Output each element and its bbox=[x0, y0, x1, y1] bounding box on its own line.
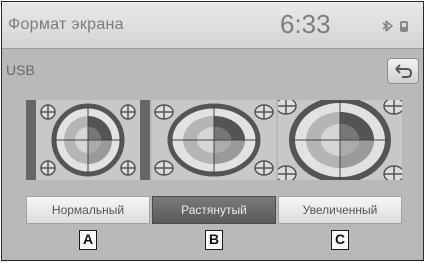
test-pattern-stretched bbox=[154, 103, 274, 177]
page-title: Формат экрана bbox=[8, 16, 124, 33]
status-icons bbox=[382, 20, 408, 32]
target-circle bbox=[289, 100, 391, 180]
preview-stretched[interactable] bbox=[152, 100, 276, 180]
test-pattern-normal bbox=[26, 100, 150, 180]
preview-zoomed[interactable] bbox=[278, 100, 402, 180]
display-screen: Формат экрана 6:33 USB Нормальный Растян… bbox=[1, 1, 424, 261]
signal-icon bbox=[400, 21, 408, 32]
target-circle bbox=[51, 103, 125, 177]
target-circle bbox=[167, 103, 261, 177]
callout-label-b: B bbox=[205, 230, 223, 250]
back-arrow-icon bbox=[395, 64, 413, 78]
mode-stretched-button[interactable]: Растянутый bbox=[152, 196, 276, 224]
title-bar: Формат экрана 6:33 bbox=[2, 2, 423, 49]
back-button[interactable] bbox=[387, 58, 419, 84]
clock: 6:33 bbox=[280, 9, 331, 39]
mode-zoomed-button[interactable]: Увеличенный bbox=[278, 196, 402, 224]
callout-label-c: C bbox=[331, 230, 349, 250]
preview-normal[interactable] bbox=[26, 100, 150, 180]
mode-normal-button[interactable]: Нормальный bbox=[26, 196, 150, 224]
source-label: USB bbox=[6, 62, 35, 78]
bluetooth-icon bbox=[382, 20, 394, 32]
test-pattern-zoomed bbox=[278, 100, 402, 180]
callout-label-a: A bbox=[79, 230, 97, 250]
